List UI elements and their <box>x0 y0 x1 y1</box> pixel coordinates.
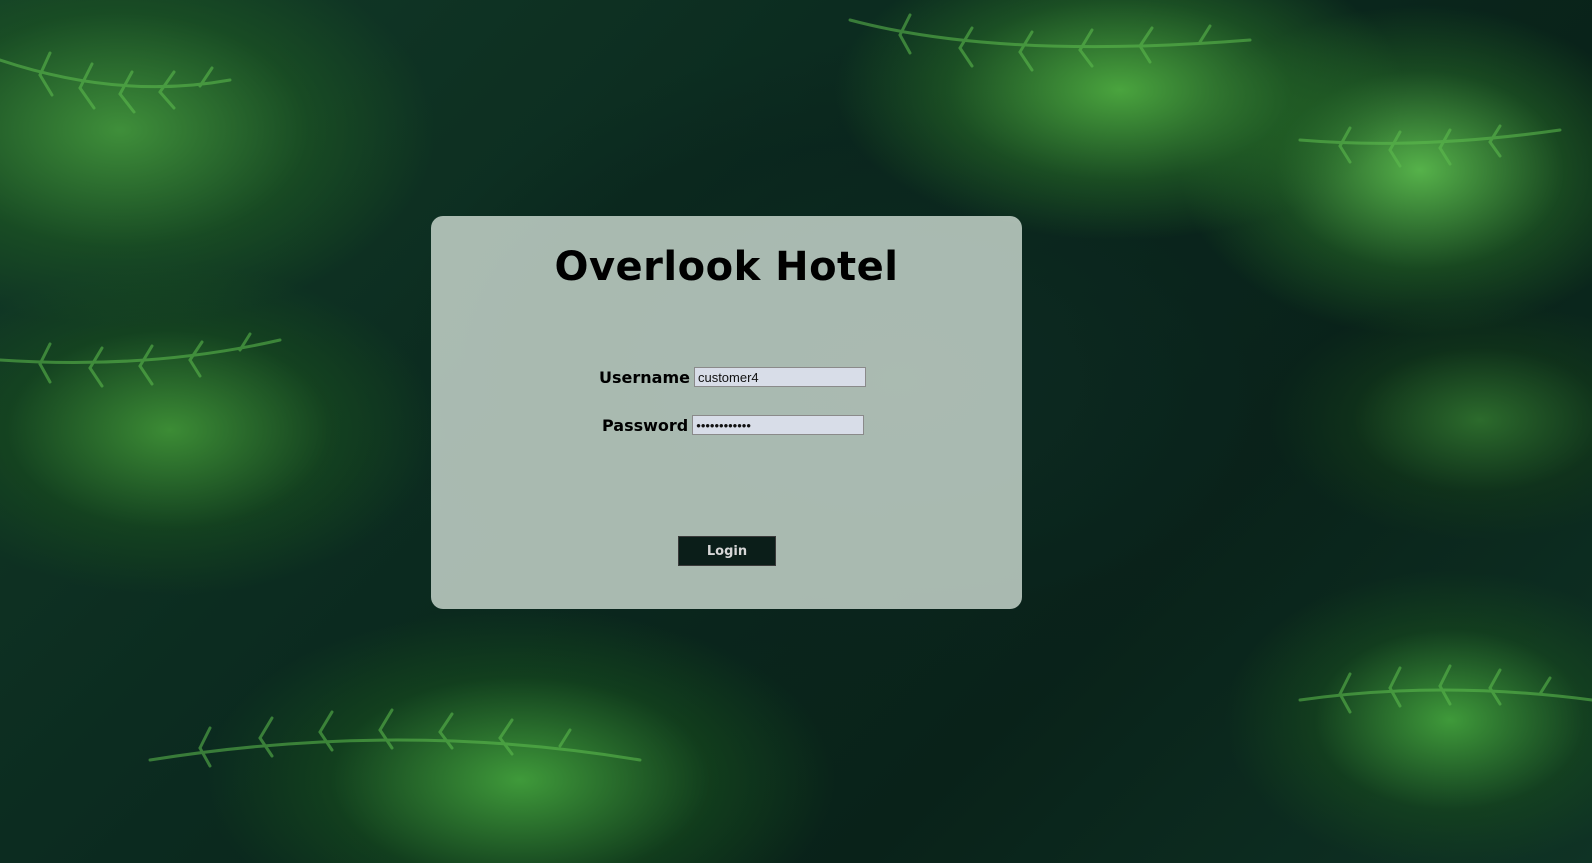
password-row: Password <box>602 414 865 436</box>
password-label: Password <box>602 415 689 435</box>
username-row: Username <box>599 366 866 388</box>
username-label: Username <box>599 367 690 387</box>
login-card: Overlook Hotel Username Password Login <box>431 216 1022 609</box>
login-button[interactable]: Login <box>678 536 776 566</box>
page-title: Overlook Hotel <box>554 244 899 290</box>
password-input[interactable] <box>692 415 865 435</box>
username-input[interactable] <box>693 367 866 387</box>
